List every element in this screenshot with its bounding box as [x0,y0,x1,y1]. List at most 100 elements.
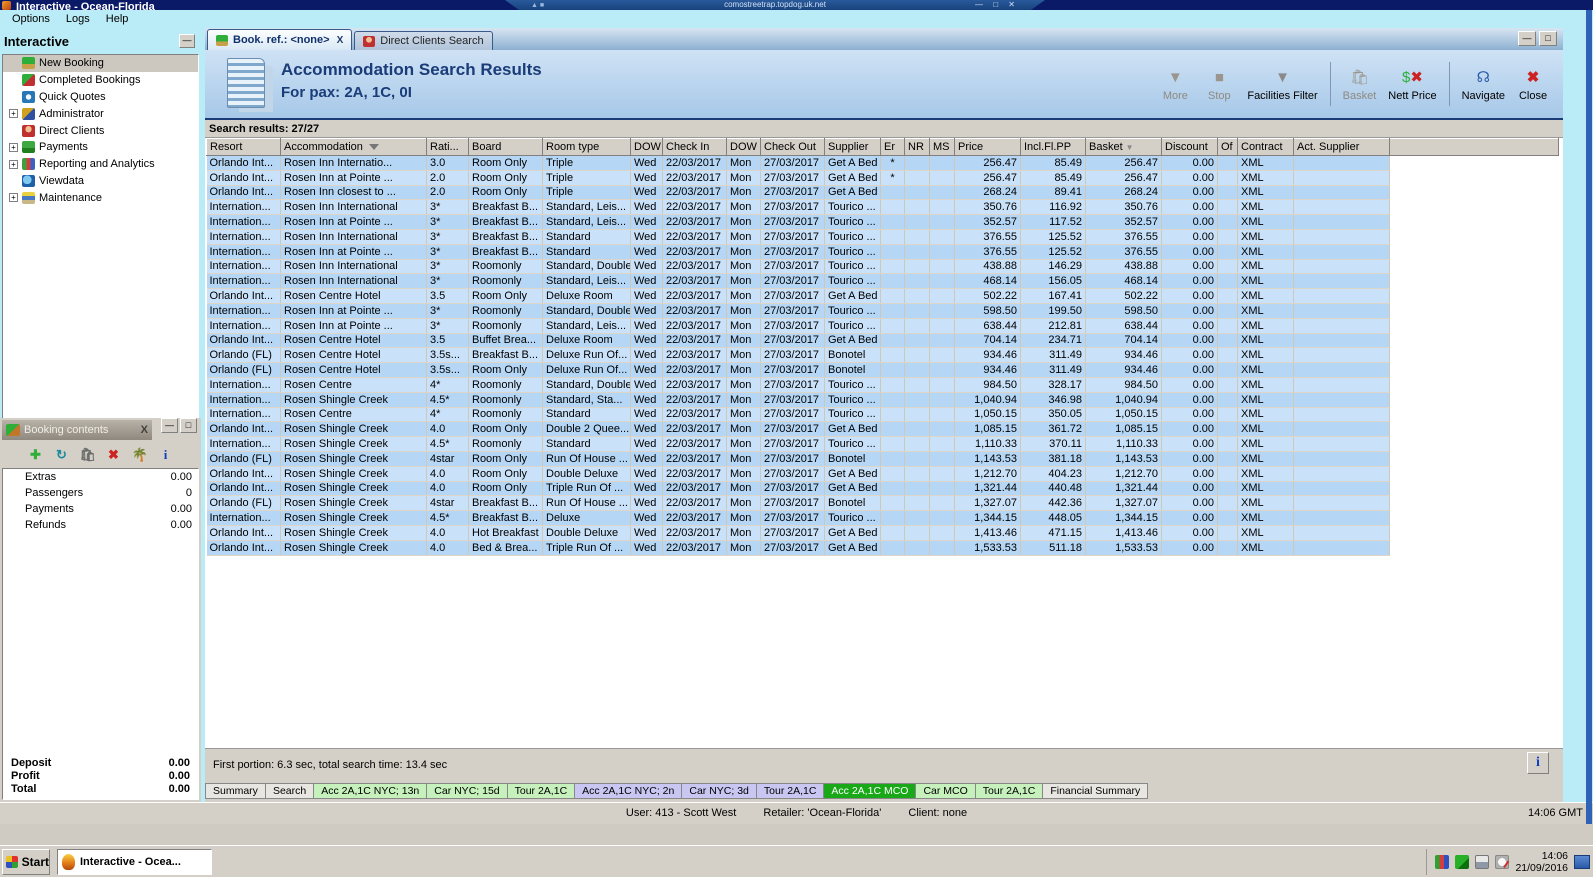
column-header[interactable]: Contract [1237,138,1294,156]
navigate-button[interactable]: ☊ Navigate [1456,66,1511,102]
sidebar-item-maintenance[interactable]: + Maintenance [3,189,198,206]
taskbar-task-interactive[interactable]: Interactive - Ocea... [57,849,212,875]
panel-minimize-button[interactable]: — [161,418,178,433]
basket-button[interactable]: 🛍 Basket [1337,66,1383,102]
tray-messenger-icon[interactable] [1455,855,1470,869]
palm-booking-icon[interactable]: 🌴 [132,447,148,463]
column-header[interactable]: Check Out [760,138,825,156]
info-button[interactable]: i [1527,752,1549,774]
portion-tab-car-nyc-15d[interactable]: Car NYC; 15d [427,783,508,799]
portion-tab-acc-2a-1c-nyc-2n[interactable]: Acc 2A,1C NYC; 2n [575,783,683,799]
portion-tab-financial-summary[interactable]: Financial Summary [1043,783,1149,799]
table-row[interactable]: Internation... Rosen Inn at Pointe ... 3* B… [206,214,1559,230]
expander-icon[interactable]: + [9,142,18,152]
portion-tab-tour-2a-1c[interactable]: Tour 2A,1C [975,783,1044,799]
column-header[interactable]: Discount [1161,138,1218,156]
pin-icon[interactable]: ▲■ [531,1,546,10]
column-header[interactable]: Resort [206,138,281,156]
tab-close-icon[interactable]: X [337,35,344,46]
table-row[interactable]: Internation... Rosen Inn at Pointe ... 3* B… [206,244,1559,260]
refresh-quote-icon[interactable]: ↻ [54,447,70,463]
tab-direct-clients-search[interactable]: Direct Clients Search [354,31,493,50]
close-button[interactable]: ✖ Close [1511,66,1555,102]
tab-booking-ref[interactable]: Book. ref.: <none> X [207,29,353,50]
column-header[interactable]: Check In [662,138,727,156]
column-header[interactable]: Rati... [426,138,469,156]
portion-tab-summary[interactable]: Summary [205,783,266,799]
column-header[interactable]: Of [1217,138,1238,156]
table-row[interactable]: Internation... Rosen Inn International 3* B… [206,199,1559,216]
sidebar-item-reporting-and-analytics[interactable]: + Reporting and Analytics [3,156,198,173]
table-row[interactable]: Internation... Rosen Inn International 3* B… [206,229,1559,245]
sidebar-item-quick-quotes[interactable]: Quick Quotes [3,89,198,106]
table-row[interactable]: Orlando (FL) Rosen Shingle Creek 4star Room… [206,451,1559,467]
rdp-window-buttons[interactable]: — □ ✕ [975,0,1019,10]
portion-tab-tour-2a-1c[interactable]: Tour 2A,1C [507,783,576,799]
table-row[interactable]: Orlando Int... Rosen Inn at Pointe ... 2.0… [206,170,1559,186]
portion-tab-acc-2a-1c-mco[interactable]: Acc 2A,1C MCO [824,783,917,799]
table-row[interactable]: Orlando Int... Rosen Shingle Creek 4.0 Bed … [206,540,1559,556]
menu-logs[interactable]: Logs [58,12,98,26]
table-row[interactable]: Internation... Rosen Shingle Creek 4.5* Bre… [206,510,1559,526]
portion-tab-tour-2a-1c[interactable]: Tour 2A,1C [756,783,825,799]
more-button[interactable]: ▼ More [1153,66,1197,102]
column-header[interactable]: Room type [542,138,631,156]
tray-desktop-icon[interactable] [1574,855,1590,869]
column-header[interactable]: Supplier [824,138,881,156]
booking-panel-caption[interactable]: Booking contents X [2,420,152,440]
column-header[interactable]: Price [954,138,1021,156]
portion-tab-car-nyc-3d[interactable]: Car NYC; 3d [682,783,757,799]
booking-item-extras[interactable]: Extras 0.00 [3,469,198,485]
sidebar-item-payments[interactable]: + Payments [3,139,198,156]
booking-item-refunds[interactable]: Refunds 0.00 [3,517,198,533]
info-icon[interactable]: i [158,447,174,463]
table-row[interactable]: Internation... Rosen Centre 4* Roomonly Stan… [206,407,1559,423]
rdp-connection-bar[interactable]: ▲■ comostreetrap.topdog.uk.net — □ ✕ [505,0,1045,10]
column-header[interactable]: Basket ▼ [1085,138,1162,156]
column-header[interactable]: Act. Supplier [1293,138,1390,156]
menu-options[interactable]: Options [4,12,58,26]
sidebar-item-administrator[interactable]: + Administrator [3,105,198,122]
table-row[interactable]: Orlando Int... Rosen Inn Internatio... 3.0… [206,155,1559,171]
portion-tab-search[interactable]: Search [265,783,315,799]
table-row[interactable]: Internation... Rosen Inn International 3* R… [206,259,1559,275]
table-row[interactable]: Orlando Int... Rosen Shingle Creek 4.0 Hot … [206,525,1559,541]
column-header[interactable]: NR [904,138,930,156]
menu-help[interactable]: Help [98,12,137,26]
column-header[interactable]: Accommodation [280,138,427,156]
collapse-panel-button[interactable]: — [179,34,195,48]
table-row[interactable]: Orlando (FL) Rosen Centre Hotel 3.5s... Roo… [206,362,1559,378]
sidebar-item-viewdata[interactable]: Viewdata [3,173,198,190]
column-header[interactable]: MS [929,138,955,156]
booking-item-payments[interactable]: Payments 0.00 [3,501,198,517]
expander-icon[interactable]: + [9,159,18,169]
start-button[interactable]: Start [2,849,50,875]
table-row[interactable]: Orlando Int... Rosen Shingle Creek 4.0 Room… [206,421,1559,438]
table-row[interactable]: Internation... Rosen Shingle Creek 4.5* Roo… [206,436,1559,452]
nett-price-button[interactable]: $✖ Nett Price [1382,66,1442,102]
table-row[interactable]: Orlando Int... Rosen Inn closest to ... 2.… [206,185,1559,201]
expander-icon[interactable]: + [9,193,18,203]
panel-maximize-button[interactable]: □ [180,418,197,433]
table-row[interactable]: Orlando Int... Rosen Centre Hotel 3.5 Room … [206,288,1559,304]
sidebar-item-direct-clients[interactable]: Direct Clients [3,122,198,139]
table-row[interactable]: Orlando (FL) Rosen Centre Hotel 3.5s... Bre… [206,347,1559,364]
table-row[interactable]: Internation... Rosen Shingle Creek 4.5* Roo… [206,392,1559,408]
tray-scheduler-icon[interactable] [1495,855,1510,869]
column-header[interactable]: Incl.Fl.PP [1020,138,1086,156]
column-header[interactable]: DOW [726,138,761,156]
column-header[interactable]: Board [468,138,543,156]
tray-chart-icon[interactable] [1435,855,1450,869]
table-row[interactable]: Orlando (FL) Rosen Shingle Creek 4star Brea… [206,495,1559,512]
table-row[interactable]: Internation... Rosen Centre 4* Roomonly Stan… [206,377,1559,393]
panel-close-icon[interactable]: X [141,424,148,436]
table-row[interactable]: Internation... Rosen Inn International 3* R… [206,273,1559,290]
pane-maximize-button[interactable]: □ [1539,31,1557,46]
booking-item-passengers[interactable]: Passengers 0 [3,485,198,501]
taskbar-clock[interactable]: 14:06 21/09/2016 [1515,850,1568,874]
stop-button[interactable]: ■ Stop [1197,66,1241,102]
delete-item-icon[interactable]: ✖ [106,447,122,463]
facilities-filter-button[interactable]: ▼ Facilities Filter [1241,66,1323,102]
filter-funnel-icon[interactable] [368,144,379,151]
column-header[interactable]: Er [880,138,905,156]
